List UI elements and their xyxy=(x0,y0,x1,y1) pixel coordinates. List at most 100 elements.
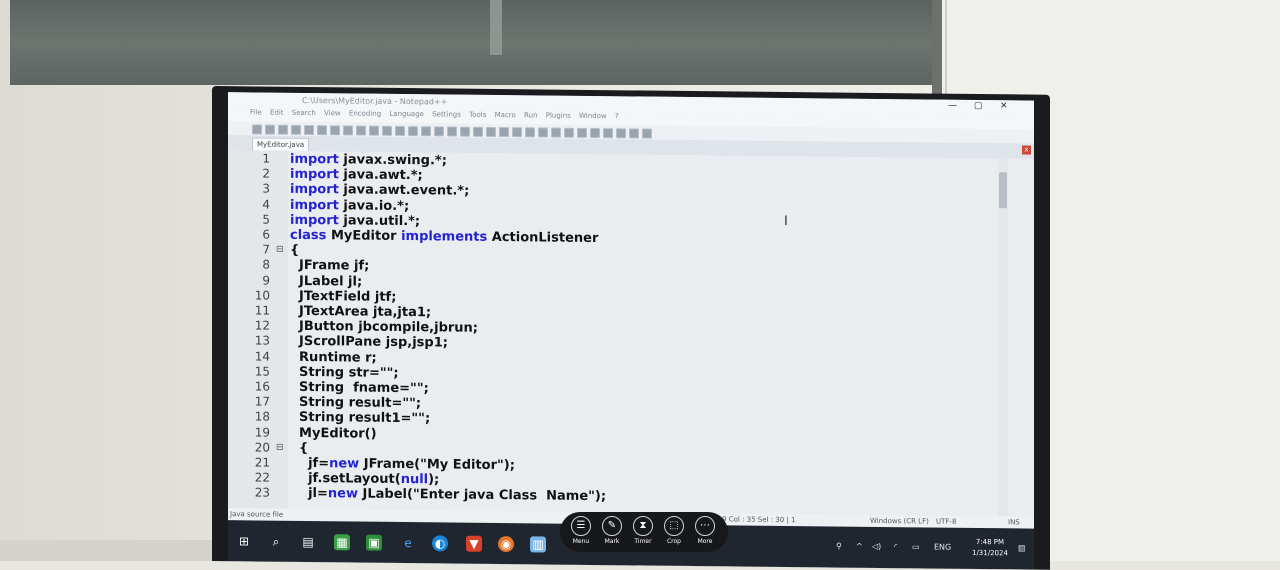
wifi-icon[interactable]: ◜ xyxy=(894,542,897,551)
keyword-token: null xyxy=(400,472,429,488)
code-text: String str=""; xyxy=(290,365,399,381)
menu-run[interactable]: Run xyxy=(524,111,537,119)
line-number: 19 xyxy=(254,425,270,440)
toolbar-save-macro-icon[interactable] xyxy=(642,128,652,139)
toolbar-func-list-icon[interactable] xyxy=(551,127,561,138)
status-mode: INS xyxy=(1008,518,1020,527)
overlay-label: Crop xyxy=(666,538,681,545)
menu-macro[interactable]: Macro xyxy=(495,111,516,119)
clock[interactable]: 7:48 PM 1/31/2024 xyxy=(972,537,1008,559)
menu-view[interactable]: View xyxy=(324,109,341,117)
toolbar-wrap-icon[interactable] xyxy=(486,126,496,137)
menu-edit[interactable]: Edit xyxy=(270,109,284,117)
overlay-mark-button[interactable]: ✎ Mark xyxy=(599,516,625,545)
line-number: 5 xyxy=(262,212,270,227)
toolbar-close-all-icon[interactable] xyxy=(317,125,327,136)
language-indicator[interactable]: ENG xyxy=(934,543,951,552)
toolbar-close-icon[interactable] xyxy=(304,124,314,136)
ie-icon[interactable]: e xyxy=(400,535,416,551)
code-token: String result=""; xyxy=(290,395,422,412)
people-icon[interactable]: ⚲ xyxy=(836,542,842,551)
desk-edge xyxy=(0,540,212,561)
tab-close-icon[interactable]: x xyxy=(1022,145,1031,155)
code-token: MyEditor() xyxy=(290,425,377,442)
edge-icon[interactable]: ◐ xyxy=(432,535,448,552)
toolbar-redo-icon[interactable] xyxy=(395,125,405,137)
toolbar-play-multi-icon[interactable] xyxy=(629,128,639,139)
menu-help[interactable]: ? xyxy=(615,112,619,120)
brave-icon[interactable]: ▼ xyxy=(466,535,482,552)
menu-encoding[interactable]: Encoding xyxy=(349,109,381,117)
app-green2-icon[interactable]: ▣ xyxy=(366,534,382,551)
code-token: java.awt.*; xyxy=(338,167,423,184)
task-view-icon[interactable]: ▤ xyxy=(300,534,316,550)
search-icon[interactable]: ⌕ xyxy=(268,534,284,550)
keyboard-icon[interactable]: ▭ xyxy=(912,542,920,551)
menu-settings[interactable]: Settings xyxy=(432,110,461,118)
overlay-menu-button[interactable]: ☰ Menu xyxy=(568,516,594,545)
toolbar-paste-icon[interactable] xyxy=(369,125,379,136)
menu-plugins[interactable]: Plugins xyxy=(546,111,571,119)
toolbar-folder-icon[interactable] xyxy=(564,127,574,138)
toolbar-play-icon[interactable] xyxy=(616,128,626,139)
menu-tools[interactable]: Tools xyxy=(469,111,486,119)
code-text: { xyxy=(290,441,308,456)
menu-search[interactable]: Search xyxy=(292,109,316,117)
code-text: JTextField jtf; xyxy=(290,289,396,305)
minimize-button[interactable]: — xyxy=(948,101,957,111)
toolbar-stop-icon[interactable] xyxy=(603,128,613,139)
code-token: JTextArea jta,jta1; xyxy=(290,303,432,321)
toolbar-sync-v-icon[interactable] xyxy=(460,126,470,137)
overlay-more-button[interactable]: ⋯ More xyxy=(692,516,718,545)
chevron-up-icon[interactable]: ^ xyxy=(856,542,863,551)
line-number: 15 xyxy=(254,364,270,379)
toolbar-zoom-in-icon[interactable] xyxy=(434,126,444,137)
toolbar-lang-udl-icon[interactable] xyxy=(525,127,535,138)
windows-start-icon[interactable]: ⊞ xyxy=(236,533,252,549)
toolbar-copy-icon[interactable] xyxy=(356,125,366,136)
notepadpp-icon[interactable]: ▥ xyxy=(530,536,546,553)
code-editor[interactable]: I 1 import javax.swing.*; 2 import java.awt… xyxy=(228,150,1034,517)
fold-toggle-icon[interactable]: ⊟ xyxy=(276,440,284,455)
overlay-crop-button[interactable]: ⬚ Crop xyxy=(661,516,687,545)
firefox-icon[interactable]: ◉ xyxy=(498,535,514,553)
close-button[interactable]: ✕ xyxy=(1000,101,1008,111)
app-green-icon[interactable]: ▦ xyxy=(334,534,350,551)
toolbar-save-all-icon[interactable] xyxy=(291,124,301,135)
line-number: 16 xyxy=(254,379,270,394)
menu-file[interactable]: File xyxy=(250,108,262,116)
menu-window[interactable]: Window xyxy=(579,112,607,120)
volume-icon[interactable]: ◁) xyxy=(872,542,881,551)
line-number: 22 xyxy=(254,470,270,485)
keyword-token: class xyxy=(290,227,327,244)
toolbar-save-icon[interactable] xyxy=(278,124,288,135)
code-token: String str=""; xyxy=(290,364,399,381)
board-overlay-toolbar: ☰ Menu ✎ Mark ⧗ Timer ⬚ Crop ⋯ More xyxy=(560,512,728,552)
code-token: javax.swing.*; xyxy=(338,152,447,169)
fold-toggle-icon[interactable]: ⊟ xyxy=(276,243,284,258)
toolbar-print-icon[interactable] xyxy=(330,125,340,136)
toolbar-record-icon[interactable] xyxy=(590,127,600,139)
toolbar-monitor-icon[interactable] xyxy=(577,127,587,138)
maximize-button[interactable]: ▢ xyxy=(974,101,983,111)
toolbar-undo-icon[interactable] xyxy=(382,125,392,136)
line-number: 2 xyxy=(262,166,270,181)
toolbar-doc-map-icon[interactable] xyxy=(538,127,548,138)
toolbar-new-icon[interactable] xyxy=(252,124,262,135)
toolbar-cut-icon[interactable] xyxy=(343,125,353,136)
toolbar-replace-icon[interactable] xyxy=(421,126,431,137)
toolbar-indent-guide-icon[interactable] xyxy=(512,127,522,138)
notifications-icon[interactable]: ▤ xyxy=(1018,543,1026,552)
toolbar-open-icon[interactable] xyxy=(265,124,275,135)
status-eol: Windows (CR LF) xyxy=(870,516,929,526)
code-token: jf= xyxy=(290,455,330,472)
overlay-timer-button[interactable]: ⧗ Timer xyxy=(630,516,656,545)
toolbar-sync-h-icon[interactable] xyxy=(473,126,483,137)
toolbar-find-icon[interactable] xyxy=(408,126,418,137)
code-token: jf.setLayout( xyxy=(290,471,401,488)
overlay-label: More xyxy=(697,538,713,545)
toolbar-zoom-out-icon[interactable] xyxy=(447,126,457,137)
menu-language[interactable]: Language xyxy=(389,110,424,118)
code-token: Runtime r; xyxy=(290,349,377,366)
toolbar-all-chars-icon[interactable] xyxy=(499,127,509,138)
